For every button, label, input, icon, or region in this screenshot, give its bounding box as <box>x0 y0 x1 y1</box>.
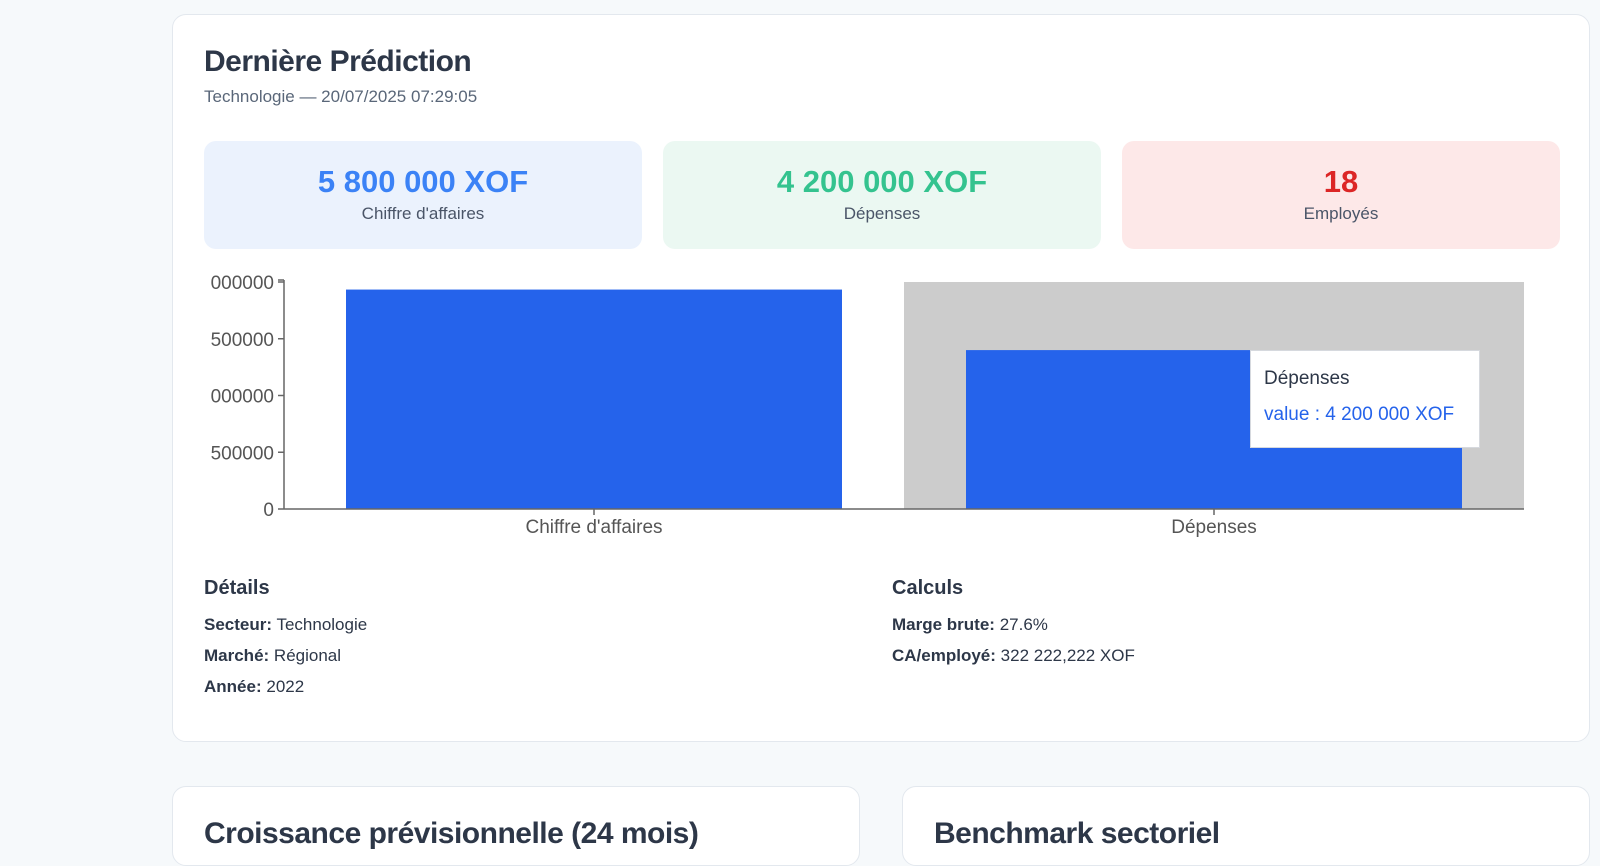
expenses-stat-card: 4 200 000 XOF Dépenses <box>663 141 1101 249</box>
chart-bar[interactable] <box>346 289 842 509</box>
prediction-title: Dernière Prédiction <box>204 45 472 78</box>
employees-label: Employés <box>1303 204 1379 223</box>
sector-value: Technologie <box>276 615 368 634</box>
market-line: Marché: Régional <box>204 646 341 666</box>
chart-y-tick-label: 0 <box>263 500 274 521</box>
tooltip-title: Dépenses <box>1264 368 1350 389</box>
details-heading: Détails <box>204 577 270 599</box>
ca-per-employee-line: CA/employé: 322 222,222 XOF <box>892 646 1135 666</box>
chart-x-tick-label: Chiffre d'affaires <box>525 517 662 538</box>
chart-y-tick-label: 000000 <box>211 273 274 294</box>
prediction-card: Dernière Prédiction Technologie — 20/07/… <box>172 14 1590 742</box>
year-line: Année: 2022 <box>204 677 304 697</box>
year-value: 2022 <box>266 677 305 696</box>
expenses-value: 4 200 000 XOF <box>776 164 988 199</box>
employees-value: 18 <box>1323 164 1359 199</box>
market-label: Marché: <box>204 646 270 665</box>
revenue-label: Chiffre d'affaires <box>361 204 485 223</box>
margin-label: Marge brute: <box>892 615 995 634</box>
tooltip-value: value : 4 200 000 XOF <box>1264 404 1455 425</box>
sector-label: Secteur: <box>204 615 273 634</box>
year-label: Année: <box>204 677 262 696</box>
sector-line: Secteur: Technologie <box>204 615 367 635</box>
chart-y-tick-label: 500000 <box>211 443 274 464</box>
ca-per-employee-value: 322 222,222 XOF <box>1000 646 1135 665</box>
ca-per-employee-label: CA/employé: <box>892 646 996 665</box>
chart-tooltip: Dépenses value : 4 200 000 XOF <box>1250 350 1480 448</box>
margin-line: Marge brute: 27.6% <box>892 615 1048 635</box>
sector-benchmark-title: Benchmark sectoriel <box>934 817 1220 850</box>
chart-y-tick-label: 000000 <box>211 387 274 408</box>
margin-value: 27.6% <box>999 615 1048 634</box>
growth-forecast-card: Croissance prévisionnelle (24 mois) <box>172 786 860 866</box>
growth-forecast-title: Croissance prévisionnelle (24 mois) <box>204 817 699 850</box>
employees-stat-card: 18 Employés <box>1122 141 1560 249</box>
expenses-label: Dépenses <box>843 204 921 223</box>
calculs-heading: Calculs <box>892 577 964 599</box>
chart-y-tick-label: 500000 <box>211 330 274 351</box>
revenue-stat-card: 5 800 000 XOF Chiffre d'affaires <box>204 141 642 249</box>
sector-benchmark-card: Benchmark sectoriel <box>902 786 1590 866</box>
market-value: Régional <box>273 646 342 665</box>
chart-x-tick-label: Dépenses <box>1171 517 1257 538</box>
prediction-subtitle: Technologie — 20/07/2025 07:29:05 <box>204 87 478 106</box>
revenue-value: 5 800 000 XOF <box>317 164 529 199</box>
